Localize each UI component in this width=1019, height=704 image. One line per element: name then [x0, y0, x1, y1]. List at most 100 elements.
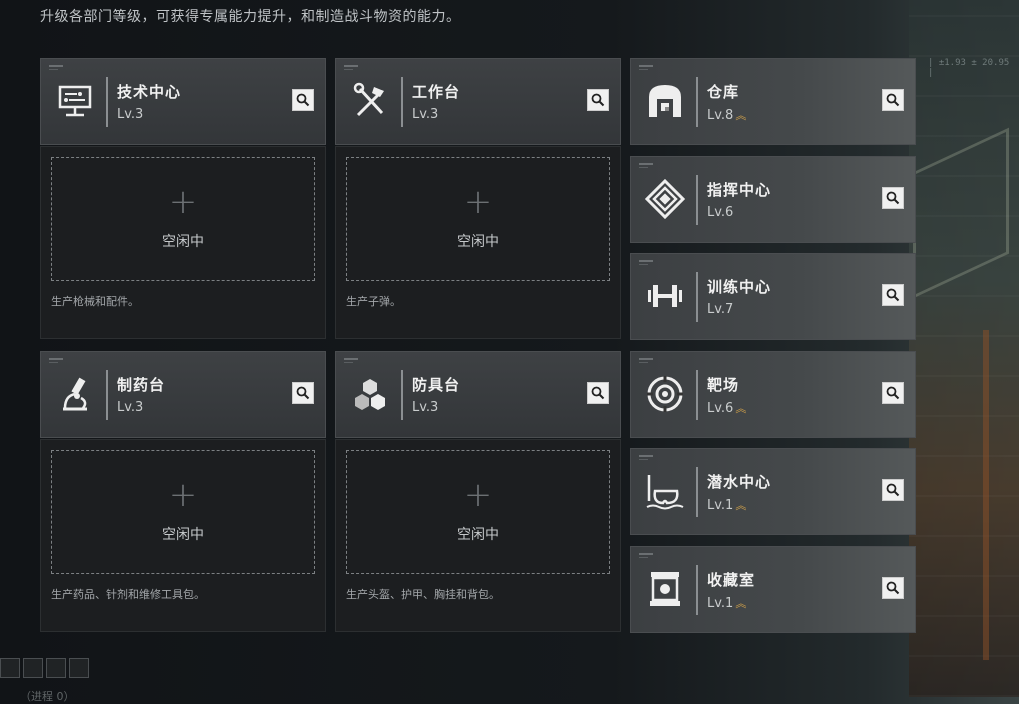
- microscope-icon: [53, 372, 97, 416]
- slot-description: 生产头盔、护甲、胸挂和背包。: [346, 588, 500, 601]
- card-tag: [49, 65, 63, 67]
- facility-card-diving-center[interactable]: 潜水中心 Lv.1 ︽: [630, 448, 916, 535]
- toolbar-icon[interactable]: [23, 658, 43, 678]
- facility-card-shooting-range[interactable]: 靶场 Lv.6 ︽: [630, 351, 916, 438]
- add-icon: +: [168, 475, 198, 515]
- slot-status: 空闲中: [457, 527, 499, 543]
- card-tag: [344, 358, 358, 360]
- search-icon: [886, 483, 900, 497]
- add-icon: +: [463, 475, 493, 515]
- search-button[interactable]: [292, 89, 314, 111]
- toolbar-icon[interactable]: [46, 658, 66, 678]
- facility-level: Lv.1 ︽: [707, 595, 746, 611]
- search-button[interactable]: [587, 89, 609, 111]
- card-tag: [639, 459, 648, 460]
- diving-mask-icon: [643, 469, 687, 513]
- card-separator: [106, 370, 108, 420]
- facility-card-workbench[interactable]: 工作台 Lv.3: [335, 58, 621, 145]
- facility-card-tech-center[interactable]: 技术中心 Lv.3: [40, 58, 326, 145]
- upgrade-available-icon: ︽: [735, 109, 747, 122]
- production-slot-pharmacy[interactable]: + 空闲中 生产药品、针剂和维修工具包。: [40, 439, 326, 632]
- card-tag: [639, 553, 653, 555]
- facility-level: Lv.3: [117, 107, 143, 122]
- facility-level: Lv.3: [412, 400, 438, 415]
- facility-card-command-center[interactable]: 指挥中心 Lv.6: [630, 156, 916, 243]
- card-tag: [639, 455, 653, 457]
- production-slot-armor-bench[interactable]: + 空闲中 生产头盔、护甲、胸挂和背包。: [335, 439, 621, 632]
- search-button[interactable]: [587, 382, 609, 404]
- card-tag: [639, 65, 653, 67]
- bottom-status-text: （进程 0）: [20, 690, 75, 703]
- level-text: Lv.3: [412, 400, 439, 415]
- production-slot-tech-center[interactable]: + 空闲中 生产枪械和配件。: [40, 146, 326, 339]
- upgrade-available-icon: ︽: [735, 597, 747, 610]
- facility-name: 防具台: [412, 376, 461, 394]
- facility-name: 仓库: [707, 83, 740, 101]
- card-tag: [639, 264, 648, 265]
- level-text: Lv.1: [707, 498, 734, 513]
- background-structure: [909, 0, 1019, 697]
- search-icon: [886, 93, 900, 107]
- facility-card-training-center[interactable]: 训练中心 Lv.7: [630, 253, 916, 340]
- card-tag: [639, 362, 648, 363]
- search-button[interactable]: [882, 187, 904, 209]
- facility-name: 收藏室: [707, 571, 756, 589]
- toolbar-icon[interactable]: [0, 658, 20, 678]
- level-text: Lv.3: [117, 400, 144, 415]
- facility-card-warehouse[interactable]: 仓库 Lv.8 ︽: [630, 58, 916, 145]
- level-text: Lv.7: [707, 302, 734, 317]
- card-separator: [696, 565, 698, 615]
- display-case-icon: [643, 567, 687, 611]
- slot-status: 空闲中: [457, 234, 499, 250]
- facility-name: 工作台: [412, 83, 461, 101]
- card-tag: [639, 358, 653, 360]
- slot-status: 空闲中: [162, 527, 204, 543]
- bottom-toolbar: [0, 658, 89, 678]
- search-icon: [886, 288, 900, 302]
- search-icon: [886, 581, 900, 595]
- search-icon: [886, 191, 900, 205]
- card-separator: [696, 370, 698, 420]
- search-button[interactable]: [882, 89, 904, 111]
- search-button[interactable]: [292, 382, 314, 404]
- facility-card-pharmacy[interactable]: 制药台 Lv.3: [40, 351, 326, 438]
- facility-name: 制药台: [117, 376, 166, 394]
- facility-level: Lv.1 ︽: [707, 497, 746, 513]
- search-button[interactable]: [882, 479, 904, 501]
- search-button[interactable]: [882, 577, 904, 599]
- search-icon: [886, 386, 900, 400]
- facility-level: Lv.3: [412, 107, 438, 122]
- facility-level: Lv.7: [707, 302, 735, 317]
- blocks-icon: [348, 372, 392, 416]
- search-button[interactable]: [882, 382, 904, 404]
- coordinate-readout: | ±1.93 ± 20.95 |: [928, 58, 1010, 78]
- facility-card-collection-room[interactable]: 收藏室 Lv.1 ︽: [630, 546, 916, 633]
- facility-name: 潜水中心: [707, 473, 772, 491]
- toolbar-icon[interactable]: [69, 658, 89, 678]
- card-tag: [639, 260, 653, 262]
- card-tag: [639, 163, 653, 165]
- facility-level: Lv.6: [707, 205, 735, 220]
- facility-card-armor-bench[interactable]: 防具台 Lv.3: [335, 351, 621, 438]
- level-text: Lv.6: [707, 205, 734, 220]
- card-separator: [696, 272, 698, 322]
- facility-level: Lv.3: [117, 400, 143, 415]
- production-slot-workbench[interactable]: + 空闲中 生产子弹。: [335, 146, 621, 339]
- dumbbell-icon: [643, 274, 687, 318]
- page-subtitle: 升级各部门等级，可获得专属能力提升，和制造战斗物资的能力。: [40, 9, 461, 25]
- facility-name: 训练中心: [707, 278, 772, 296]
- level-text: Lv.6: [707, 401, 734, 416]
- facility-name: 技术中心: [117, 83, 182, 101]
- card-separator: [106, 77, 108, 127]
- command-icon: [643, 177, 687, 221]
- search-icon: [591, 93, 605, 107]
- card-tag: [639, 69, 648, 70]
- search-icon: [591, 386, 605, 400]
- level-text: Lv.3: [117, 107, 144, 122]
- upgrade-available-icon: ︽: [735, 499, 747, 512]
- search-icon: [296, 93, 310, 107]
- card-tag: [49, 69, 58, 70]
- search-button[interactable]: [882, 284, 904, 306]
- card-tag: [49, 362, 58, 363]
- card-tag: [344, 69, 353, 70]
